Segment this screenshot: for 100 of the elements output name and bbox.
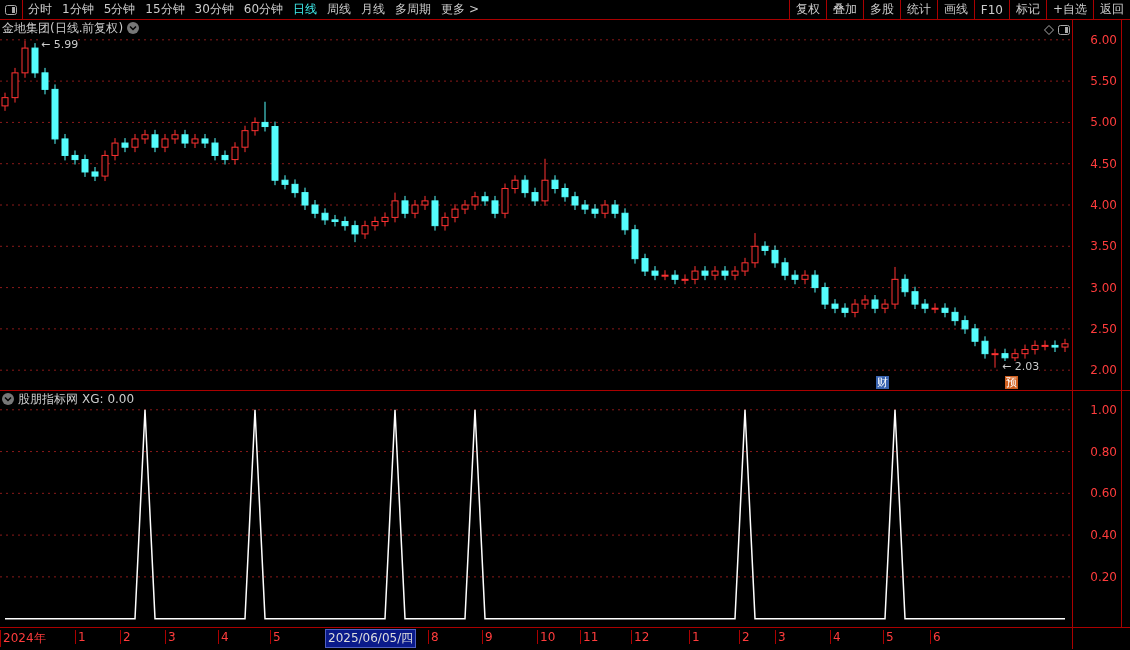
period-tab[interactable]: 15分钟 xyxy=(140,0,190,19)
candlestick xyxy=(711,265,719,281)
dropdown-icon[interactable] xyxy=(127,22,140,34)
period-tab[interactable]: 日线 xyxy=(288,0,323,19)
candlestick xyxy=(91,166,99,182)
candlestick xyxy=(441,211,449,232)
date-label: 9 xyxy=(482,630,493,644)
candlestick xyxy=(361,220,369,240)
candlestick xyxy=(591,203,599,219)
axis-label: 0.60 xyxy=(1090,486,1117,501)
period-tab[interactable]: 分时 xyxy=(23,0,57,19)
panel-toggle-icon[interactable] xyxy=(1058,25,1070,35)
candlestick xyxy=(821,282,829,310)
price-marker: ← 5.99 xyxy=(41,39,79,51)
candlestick xyxy=(531,187,539,207)
candlestick xyxy=(911,286,919,310)
candlestick xyxy=(841,302,849,318)
candlestick xyxy=(101,150,109,182)
candlestick xyxy=(851,298,859,318)
candlestick xyxy=(861,294,869,310)
candlestick xyxy=(331,214,339,227)
date-label: 2 xyxy=(120,630,131,644)
period-tab[interactable]: 5分钟 xyxy=(98,0,141,19)
period-tab[interactable]: 1分钟 xyxy=(57,0,99,19)
toolbar-button[interactable]: 标记 xyxy=(1008,0,1046,19)
toolbar-button[interactable]: 返回 xyxy=(1093,0,1130,19)
period-tab[interactable]: 月线 xyxy=(356,0,391,19)
toolbar-button[interactable]: +自选 xyxy=(1045,0,1093,19)
period-tab[interactable]: 60分钟 xyxy=(238,0,289,19)
candlestick xyxy=(941,302,949,318)
candlestick xyxy=(201,133,209,149)
event-badge[interactable]: 财 xyxy=(876,376,889,389)
candlestick xyxy=(1041,339,1049,351)
period-tab[interactable]: 30分钟 xyxy=(189,0,239,19)
axis-label: 5.00 xyxy=(1090,115,1117,130)
candlestick xyxy=(551,174,559,194)
period-tab[interactable]: 多周期 xyxy=(390,0,437,19)
toolbar-button[interactable]: 统计 xyxy=(899,0,937,19)
candlestick xyxy=(141,129,149,145)
toolbar-button[interactable]: 画线 xyxy=(936,0,974,19)
candlestick xyxy=(761,240,769,256)
period-tab[interactable]: 更多 > xyxy=(436,0,484,19)
candlestick xyxy=(1001,348,1009,364)
date-label: 12 xyxy=(631,630,650,644)
diamond-icon[interactable] xyxy=(1044,25,1054,35)
candlestick xyxy=(611,199,619,219)
candlestick xyxy=(61,133,69,161)
toolbar-button[interactable]: 叠加 xyxy=(825,0,863,19)
candlestick xyxy=(671,269,679,285)
dropdown-icon[interactable] xyxy=(2,393,14,405)
candlestick xyxy=(31,42,39,79)
candlestick xyxy=(921,298,929,314)
candlestick xyxy=(961,315,969,335)
date-label: 11 xyxy=(580,630,599,644)
candlestick xyxy=(1061,338,1069,353)
candlestick xyxy=(951,306,959,327)
event-badge[interactable]: 预 xyxy=(1005,376,1018,389)
axis-label: 2.50 xyxy=(1090,321,1117,336)
candlestick xyxy=(301,187,309,211)
candlestick xyxy=(741,257,749,277)
candlestick xyxy=(401,195,409,219)
panel-toggle-icon[interactable] xyxy=(5,4,17,15)
candlestick xyxy=(541,158,549,207)
candlestick xyxy=(81,154,89,178)
candlestick xyxy=(71,150,79,166)
axis-label: 4.50 xyxy=(1090,156,1117,171)
date-label: 2024年 xyxy=(0,630,46,647)
axis-label: 0.80 xyxy=(1090,444,1117,459)
date-label: 8 xyxy=(428,630,439,644)
candlestick xyxy=(161,133,169,153)
candlestick xyxy=(21,40,29,79)
candlestick xyxy=(1031,339,1039,355)
candlestick xyxy=(751,232,759,269)
candlestick xyxy=(171,129,179,145)
axis-label: 0.20 xyxy=(1090,569,1117,584)
candlestick xyxy=(461,199,469,215)
candlestick xyxy=(371,216,379,232)
candlestick xyxy=(321,207,329,226)
candlestick xyxy=(661,269,669,281)
date-label: 10 xyxy=(537,630,556,644)
period-tab[interactable]: 周线 xyxy=(322,0,357,19)
axis-label: 3.00 xyxy=(1090,280,1117,295)
candlestick xyxy=(791,269,799,285)
axis-label: 2.00 xyxy=(1090,363,1117,378)
candlestick xyxy=(681,273,689,285)
indicator-reading: XG: 0.00 xyxy=(82,392,135,406)
candlestick xyxy=(391,192,399,223)
toolbar-button[interactable]: F10 xyxy=(973,0,1009,19)
date-label: 5 xyxy=(883,630,894,644)
candlestick xyxy=(871,294,879,314)
toolbar-button[interactable]: 复权 xyxy=(788,0,826,19)
candlestick xyxy=(831,298,839,314)
candlestick xyxy=(561,183,569,203)
candlestick xyxy=(481,191,489,207)
toolbar-button[interactable]: 多股 xyxy=(862,0,900,19)
date-label: 1 xyxy=(75,630,86,644)
axis-label: 4.00 xyxy=(1090,198,1117,212)
candlestick xyxy=(971,323,979,347)
candlestick xyxy=(571,191,579,211)
axis-label: 6.00 xyxy=(1090,32,1117,47)
